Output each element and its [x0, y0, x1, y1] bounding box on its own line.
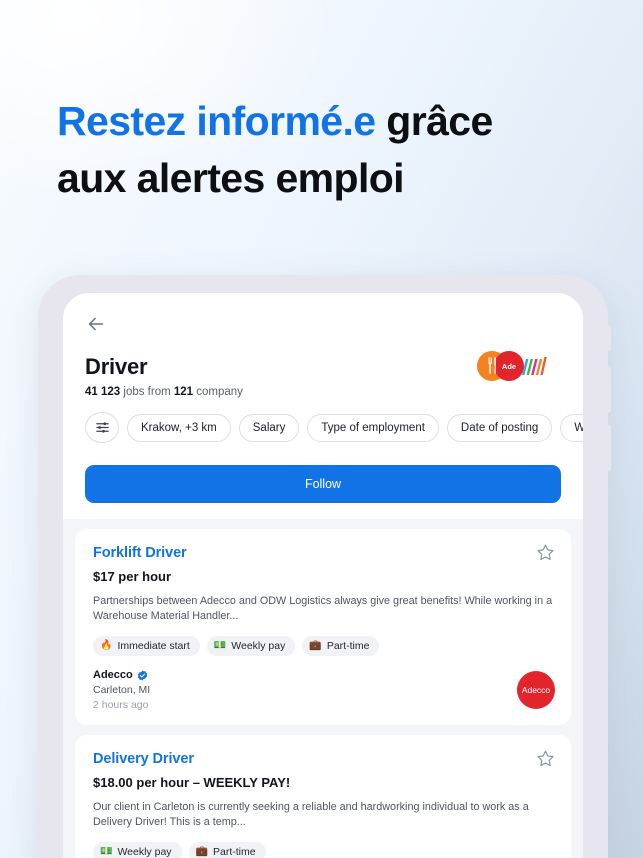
headline-rest: grâce	[375, 98, 493, 144]
job-count-subtitle: 41 123 jobs from 121 company	[85, 386, 561, 398]
job-badge-label: Part-time	[213, 846, 256, 858]
headline-accent: Restez informé.e	[57, 98, 376, 144]
phone-screen: Driver 41 123 jobs from 121 company Ade	[63, 293, 583, 858]
company-logo: Adecco	[517, 671, 555, 709]
phone-mute-button[interactable]	[607, 325, 611, 351]
job-badge-label: Part-time	[326, 640, 370, 652]
star-outline-icon[interactable]	[536, 543, 555, 562]
job-title[interactable]: Delivery Driver	[93, 751, 553, 767]
briefcase-icon: 💼	[309, 640, 322, 651]
job-location: Carleton, MI	[93, 684, 151, 696]
job-badge-label: Weekly pay	[117, 846, 172, 858]
job-badge: 💼 Part-time	[302, 636, 380, 656]
page-headline: Restez informé.e grâce aux alertes emplo…	[57, 93, 587, 207]
job-company-row: Adecco Carleton, MI 2 hours ago	[93, 669, 553, 711]
verified-badge-icon	[137, 669, 147, 681]
fire-icon: 🔥	[100, 640, 113, 651]
job-pay: $18.00 per hour – WEEKLY PAY!	[93, 775, 291, 790]
money-icon: 💵	[100, 846, 113, 857]
job-badge: 💼 Part-time	[188, 842, 266, 858]
job-badges: 💵 Weekly pay 💼 Part-time	[93, 842, 553, 858]
app-header: Driver 41 123 jobs from 121 company Ade	[63, 293, 583, 457]
filter-chip-location[interactable]: Krakow, +3 km	[127, 413, 231, 442]
star-outline-icon[interactable]	[536, 749, 555, 768]
job-card[interactable]: Forklift Driver $17 per hour Partnership…	[75, 529, 571, 725]
company-count-value: 121	[173, 386, 194, 398]
filter-chip-employment[interactable]: Type of employment	[307, 413, 439, 442]
adecco-circle-logo-icon: Adecco	[517, 671, 555, 709]
follow-button-container: Follow	[63, 457, 583, 519]
job-posted-time: 2 hours ago	[93, 699, 149, 711]
filter-chip-experience[interactable]: Work experience	[560, 413, 583, 442]
sliders-icon	[95, 422, 109, 433]
job-pay: $17 per hour	[93, 569, 172, 584]
fork-knife-icon	[488, 357, 496, 374]
manpower-logo-icon	[522, 357, 547, 375]
company-count-suffix: company	[193, 386, 243, 398]
company-name-row: Adecco	[93, 669, 553, 681]
job-badge-label: Immediate start	[117, 640, 190, 652]
job-badge-label: Weekly pay	[231, 640, 286, 652]
filter-chips-row[interactable]: Krakow, +3 km Salary Type of employment …	[85, 412, 583, 443]
company-name: Adecco	[93, 669, 133, 681]
job-description: Our client in Carleton is currently seek…	[93, 801, 529, 828]
money-icon: 💵	[213, 640, 227, 651]
briefcase-icon: 💼	[195, 846, 208, 857]
job-count-mid: jobs from	[120, 386, 174, 398]
job-title[interactable]: Forklift Driver	[93, 545, 553, 561]
phone-mockup: Driver 41 123 jobs from 121 company Ade	[38, 275, 611, 858]
back-arrow-icon[interactable]	[85, 313, 107, 335]
job-badge: 💵 Weekly pay	[93, 842, 182, 858]
job-card[interactable]: Delivery Driver $18.00 per hour – WEEKLY…	[75, 735, 571, 858]
header-logo-cluster: Ade	[477, 345, 563, 387]
job-badge: 💵 Weekly pay	[206, 636, 296, 656]
filter-chip-date[interactable]: Date of posting	[446, 413, 553, 442]
adecco-logo-label: Adecco	[521, 685, 551, 695]
headline-line2: aux alertes emploi	[57, 155, 405, 201]
job-count-value: 41 123	[85, 386, 121, 398]
follow-button[interactable]: Follow	[85, 465, 561, 503]
job-description: Partnerships between Adecco and ODW Logi…	[93, 595, 553, 622]
phone-volume-down-button[interactable]	[607, 425, 611, 471]
filter-chip-salary[interactable]: Salary	[238, 413, 300, 442]
phone-volume-up-button[interactable]	[607, 367, 611, 413]
job-badges: 🔥 Immediate start 💵 Weekly pay 💼 Part-ti…	[93, 636, 553, 656]
job-list: Forklift Driver $17 per hour Partnership…	[63, 529, 583, 858]
job-badge: 🔥 Immediate start	[93, 636, 200, 656]
filter-settings-button[interactable]	[85, 412, 119, 443]
